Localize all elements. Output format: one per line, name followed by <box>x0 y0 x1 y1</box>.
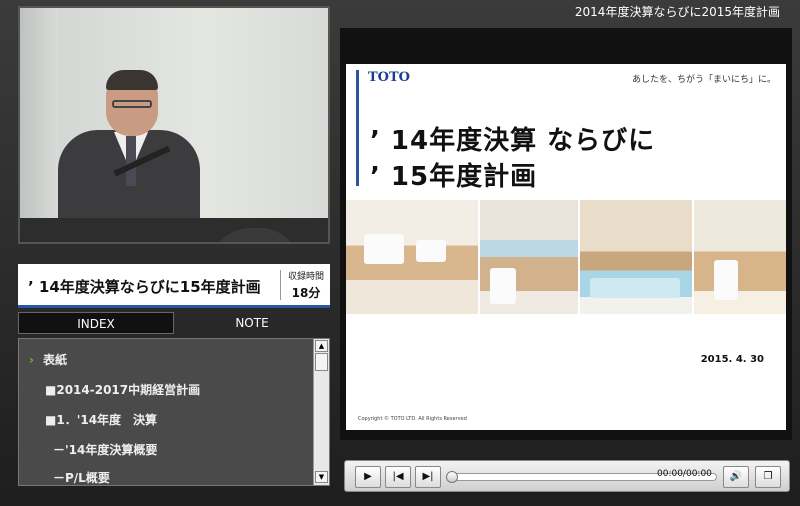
seek-knob[interactable] <box>446 471 458 483</box>
left-column: ’ 14年度決算ならびに15年度計画 収録時間 18分 INDEX NOTE ›… <box>10 4 336 488</box>
index-scrollbar[interactable]: ▲ ▼ <box>313 339 329 485</box>
volume-icon[interactable]: 🔊 <box>723 466 749 488</box>
record-time-value: 18分 <box>291 286 321 300</box>
index-item-mid-term-plan[interactable]: ■2014-2017中期経営計画 <box>45 381 200 403</box>
scroll-thumb[interactable] <box>315 353 328 371</box>
slide-heading-line1: ’ 14年度決算 ならびに <box>370 126 656 156</box>
index-item-pl-overview[interactable]: －P/L概要 <box>53 469 110 485</box>
play-icon[interactable]: ▶ <box>355 466 381 488</box>
window-title: 2014年度決算ならびに2015年度計画 <box>574 5 780 19</box>
index-list: › 表紙 ■2014-2017中期経営計画 ■1．'14年度 決算 －'14年度決… <box>18 338 330 486</box>
panel-tabs: INDEX NOTE <box>18 312 330 334</box>
washroom-photo <box>480 200 578 314</box>
kitchen-photo <box>346 200 478 314</box>
player-window: 2014年度決算ならびに2015年度計画 ’ 14年度決算ならびに15年度計画 … <box>0 0 800 506</box>
previous-icon[interactable]: |◀ <box>385 466 411 488</box>
slide-copyright: Copyright © TOTO LTD. All Rights Reserve… <box>358 416 467 422</box>
tab-index[interactable]: INDEX <box>18 312 174 334</box>
slide-date: 2015. 4. 30 <box>700 354 764 365</box>
next-icon[interactable]: ▶| <box>415 466 441 488</box>
bathroom-photo <box>580 200 692 314</box>
timecode: 00:00/00:00 <box>657 469 712 479</box>
slide-tagline: あしたを、ちがう「まいにち」に。 <box>631 75 776 85</box>
program-title-box: ’ 14年度決算ならびに15年度計画 収録時間 18分 <box>18 264 330 308</box>
tab-note[interactable]: NOTE <box>174 312 330 334</box>
current-chevron-icon: › <box>29 353 34 367</box>
program-title: ’ 14年度決算ならびに15年度計画 <box>28 278 261 296</box>
product-photos <box>346 200 786 314</box>
toilet-photo <box>694 200 786 314</box>
scroll-down-icon[interactable]: ▼ <box>315 471 328 483</box>
index-item-results[interactable]: ■1．'14年度 決算 <box>45 411 157 433</box>
popup-window-icon[interactable]: ❐ <box>755 466 781 488</box>
player-controls: ▶ |◀ ▶| 00:00/00:00 🔊 ❐ <box>344 460 790 492</box>
speaker-video[interactable] <box>18 6 330 244</box>
slide-heading-line2: ’ 15年度計画 <box>370 162 538 192</box>
toto-logo: TOTO <box>368 70 410 85</box>
index-item-cover[interactable]: › 表紙 <box>29 351 67 373</box>
record-time-label: 収録時間 <box>287 272 324 282</box>
scroll-up-icon[interactable]: ▲ <box>315 340 328 352</box>
slide-viewer: TOTO あしたを、ちがう「まいにち」に。 ’ 14年度決算 ならびに ’ 15… <box>340 28 792 440</box>
index-item-results-overview[interactable]: －'14年度決算概要 <box>53 441 157 463</box>
slide: TOTO あしたを、ちがう「まいにち」に。 ’ 14年度決算 ならびに ’ 15… <box>346 64 786 430</box>
